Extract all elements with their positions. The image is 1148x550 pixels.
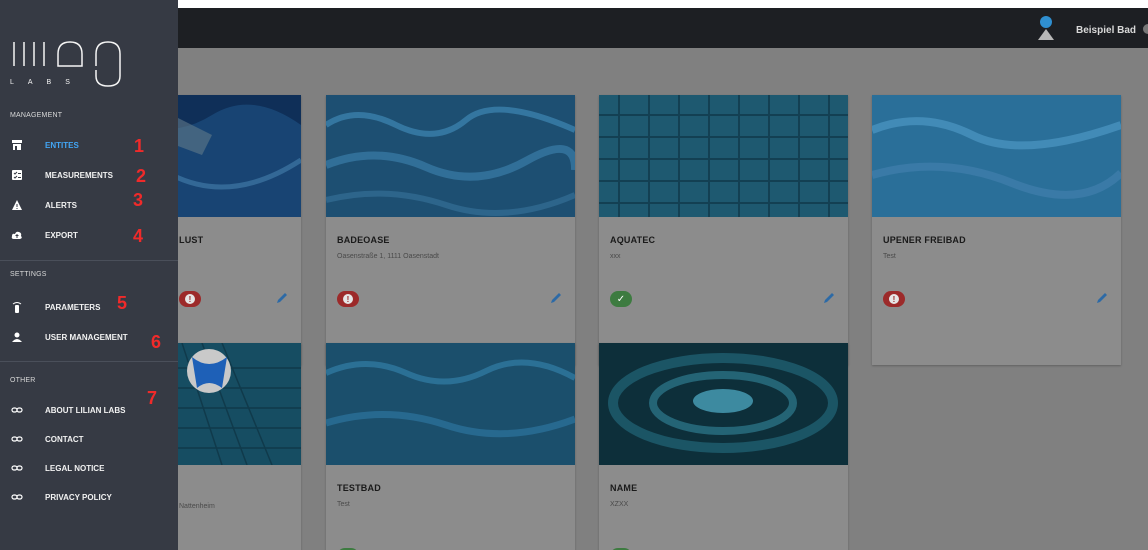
pool-image [326, 343, 575, 465]
entity-card[interactable]: UPENER FREIBAD Test ! [872, 95, 1121, 365]
sidebar-item-label: PARAMETERS [45, 302, 101, 312]
link-icon [11, 407, 23, 413]
annotation-number-2: 2 [136, 166, 147, 186]
lilian-labs-logo[interactable]: LABS [10, 38, 135, 88]
user-avatar-icon[interactable] [1036, 14, 1056, 42]
entity-card[interactable]: NAME XZXX ✓ [599, 343, 848, 550]
pool-image [872, 95, 1121, 217]
entity-address: Oasenstraße 1, 1111 Oasenstadt [337, 253, 439, 260]
entity-address: xxx [610, 253, 621, 260]
account-menu-icon[interactable] [1143, 24, 1148, 34]
sidebar-item-label: MEASUREMENTS [45, 170, 114, 180]
warning-icon [12, 200, 22, 210]
ok-badge[interactable]: ✓ [610, 291, 632, 307]
entity-card[interactable]: TESTBAD Test ✓ [326, 343, 575, 550]
sidebar-item-label: USER MANAGEMENT [45, 332, 128, 342]
annotation-number-1: 1 [134, 136, 145, 156]
sidebar-item-privacy-policy[interactable]: PRIVACY POLICY [0, 485, 178, 509]
section-other: OTHER [10, 377, 36, 384]
entity-address: XZXX [610, 501, 629, 508]
section-settings: SETTINGS [10, 271, 47, 278]
sidebar-item-entites[interactable]: ENTITES [0, 133, 178, 157]
entity-card[interactable]: AQUATEC xxx ✓ [599, 95, 848, 365]
checklist-icon [12, 170, 22, 180]
sidebar-item-export[interactable]: EXPORT [0, 223, 178, 247]
sidebar-item-label: ALERTS [45, 200, 77, 210]
entity-name: AQUATEC [610, 235, 656, 245]
sidebar-item-legal-notice[interactable]: LEGAL NOTICE [0, 456, 178, 480]
annotation-number-7: 7 [147, 388, 158, 408]
pool-image [326, 95, 575, 217]
entity-name: LUST [179, 235, 204, 245]
annotation-number-6: 6 [151, 332, 162, 352]
pool-image [599, 95, 848, 217]
edit-icon[interactable] [1095, 291, 1109, 305]
annotation-number-5: 5 [117, 293, 128, 313]
sidebar: LABS MANAGEMENT ENTITES MEASUREMENTS ALE… [0, 0, 178, 550]
alert-badge[interactable]: ! [883, 291, 905, 307]
annotation-number-4: 4 [133, 226, 144, 246]
annotation-number-3: 3 [133, 190, 144, 210]
pool-image [599, 343, 848, 465]
sidebar-item-label: EXPORT [45, 230, 78, 240]
store-icon [12, 140, 22, 150]
section-management: MANAGEMENT [10, 112, 63, 119]
edit-icon[interactable] [275, 291, 289, 305]
person-icon [12, 332, 22, 342]
sidebar-item-measurements[interactable]: MEASUREMENTS [0, 163, 178, 187]
sidebar-item-parameters[interactable]: PARAMETERS [0, 295, 178, 319]
sidebar-item-label: PRIVACY POLICY [45, 492, 112, 502]
sidebar-item-label: ABOUT LILIAN LABS [45, 405, 126, 415]
divider [0, 361, 178, 362]
alert-badge[interactable]: ! [179, 291, 201, 307]
entity-address: Nattenheim [179, 503, 215, 510]
sidebar-item-label: ENTITES [45, 140, 79, 150]
remote-icon [12, 302, 22, 313]
sidebar-item-label: CONTACT [45, 434, 84, 444]
link-icon [11, 436, 23, 442]
cloud-upload-icon [11, 231, 22, 239]
edit-icon[interactable] [822, 291, 836, 305]
divider [0, 260, 178, 261]
sidebar-item-alerts[interactable]: ALERTS [0, 193, 178, 217]
entity-name: UPENER FREIBAD [883, 235, 966, 245]
user-name[interactable]: Beispiel Bad [1076, 25, 1136, 36]
sidebar-item-contact[interactable]: CONTACT [0, 427, 178, 451]
sidebar-item-label: LEGAL NOTICE [45, 463, 105, 473]
alert-badge[interactable]: ! [337, 291, 359, 307]
edit-icon[interactable] [549, 291, 563, 305]
entity-name: BADEOASE [337, 235, 390, 245]
entity-name: NAME [610, 483, 638, 493]
entity-card[interactable]: BADEOASE Oasenstraße 1, 1111 Oasenstadt … [326, 95, 575, 365]
entity-address: Test [337, 501, 350, 508]
svg-text:LABS: LABS [10, 79, 84, 86]
link-icon [11, 465, 23, 471]
entity-name: TESTBAD [337, 483, 381, 493]
link-icon [11, 494, 23, 500]
entity-address: Test [883, 253, 896, 260]
